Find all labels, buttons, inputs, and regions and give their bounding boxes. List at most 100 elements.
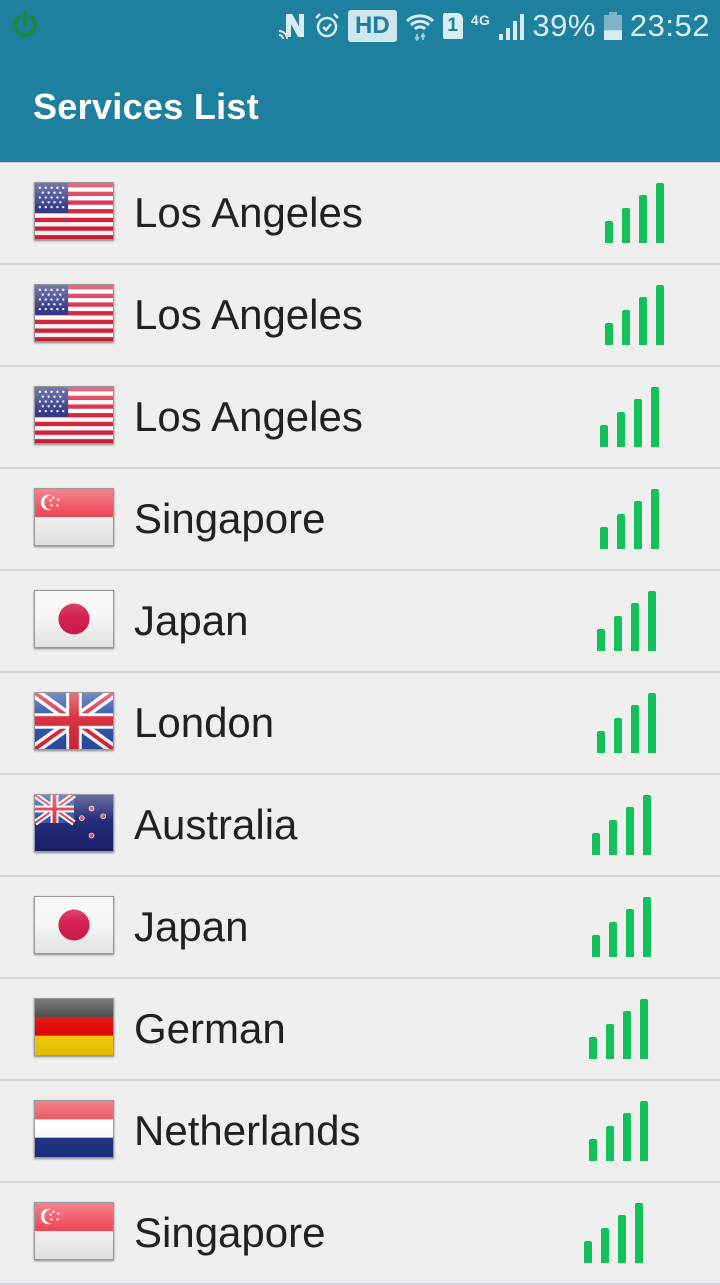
signal-bar: [605, 221, 613, 243]
flag-nl-icon: [34, 1100, 114, 1158]
signal-bar: [634, 399, 642, 447]
signal-strength-icon: [597, 693, 659, 753]
signal-bar: [648, 693, 656, 753]
signal-bar: [606, 1126, 614, 1161]
signal-bar: [597, 629, 605, 651]
server-list-item[interactable]: Netherlands: [0, 1081, 720, 1183]
server-name: Japan: [134, 903, 249, 950]
server-list-item[interactable]: Los Angeles: [0, 265, 720, 367]
clock: 23:52: [629, 8, 710, 43]
signal-bar: [605, 323, 613, 345]
alarm-icon: [315, 13, 339, 38]
signal-bar: [639, 297, 647, 345]
signal-bar: [640, 999, 648, 1059]
server-list-item[interactable]: London: [0, 673, 720, 775]
signal-bar: [609, 922, 617, 957]
signal-strength-icon: [597, 591, 659, 651]
signal-bar: [584, 1241, 592, 1263]
signal-bar: [617, 412, 625, 447]
server-list-item[interactable]: Japan: [0, 877, 720, 979]
server-list-item[interactable]: Singapore: [0, 1183, 720, 1285]
page-title: Services List: [33, 86, 260, 127]
signal-strength-icon: [605, 183, 667, 243]
flag-jp-icon: [34, 896, 114, 954]
flag-gb-icon: [34, 692, 114, 750]
signal-bar: [622, 208, 630, 243]
flag-au-icon: [34, 794, 114, 852]
signal-bar: [589, 1037, 597, 1059]
signal-bar: [606, 1024, 614, 1059]
signal-bar: [643, 795, 651, 855]
signal-bar: [589, 1139, 597, 1161]
signal-bar: [639, 195, 647, 243]
signal-strength-icon: [592, 795, 654, 855]
server-list-item[interactable]: Singapore: [0, 469, 720, 571]
signal-bar: [626, 909, 634, 957]
signal-bar: [609, 820, 617, 855]
status-bar: HD 1 4G 39% 23:52: [0, 0, 720, 52]
flag-jp-icon: [34, 590, 114, 648]
app-bar: Services List: [0, 52, 720, 162]
hd-voice-icon: HD: [348, 10, 397, 42]
signal-bar: [623, 1011, 631, 1059]
signal-strength-icon: [600, 489, 662, 549]
status-icons: HD 1 4G 39% 23:52: [278, 0, 710, 52]
cell-signal-icon: [499, 14, 525, 40]
signal-bar: [631, 705, 639, 753]
flag-sg-icon: [34, 488, 114, 546]
signal-bar: [618, 1215, 626, 1263]
signal-strength-icon: [589, 999, 651, 1059]
signal-bar: [614, 616, 622, 651]
server-name: Los Angeles: [134, 189, 363, 236]
signal-bar: [631, 603, 639, 651]
server-name: German: [134, 1005, 286, 1052]
server-list-item[interactable]: Japan: [0, 571, 720, 673]
signal-bar: [640, 1101, 648, 1161]
signal-bar: [635, 1203, 643, 1263]
signal-strength-icon: [589, 1101, 651, 1161]
signal-bar: [592, 833, 600, 855]
server-list[interactable]: Los Angeles Los Angeles Los Angeles Singapo…: [0, 163, 720, 1285]
signal-strength-icon: [605, 285, 667, 345]
signal-bar: [626, 807, 634, 855]
signal-bar: [623, 1113, 631, 1161]
signal-bar: [656, 285, 664, 345]
server-list-item[interactable]: Los Angeles: [0, 367, 720, 469]
signal-strength-icon: [600, 387, 662, 447]
signal-bar: [643, 897, 651, 957]
4g-icon: 4G: [470, 12, 491, 28]
battery-icon: [603, 12, 622, 40]
signal-bar: [600, 527, 608, 549]
signal-strength-icon: [584, 1203, 646, 1263]
nfc-n-icon: [278, 14, 305, 40]
server-list-item[interactable]: Australia: [0, 775, 720, 877]
server-name: London: [134, 699, 275, 746]
sim-1-icon: 1: [442, 13, 463, 39]
server-list-item[interactable]: German: [0, 979, 720, 1081]
signal-bar: [614, 718, 622, 753]
signal-bar: [651, 489, 659, 549]
signal-bar: [592, 935, 600, 957]
flag-us-icon: [34, 182, 114, 240]
signal-bar: [597, 731, 605, 753]
server-name: Los Angeles: [134, 393, 363, 440]
signal-strength-icon: [592, 897, 654, 957]
server-name: Singapore: [134, 495, 326, 542]
signal-bar: [617, 514, 625, 549]
flag-us-icon: [34, 284, 114, 342]
signal-bar: [634, 501, 642, 549]
power-icon: [13, 11, 37, 37]
wifi-icon: [405, 14, 434, 41]
battery-percent: 39%: [532, 8, 596, 43]
flag-us-icon: [34, 386, 114, 444]
server-name: Netherlands: [134, 1107, 361, 1154]
signal-bar: [651, 387, 659, 447]
signal-bar: [601, 1228, 609, 1263]
flag-de-icon: [34, 998, 114, 1056]
server-list-item[interactable]: Los Angeles: [0, 163, 720, 265]
signal-bar: [600, 425, 608, 447]
signal-bar: [656, 183, 664, 243]
server-name: Los Angeles: [134, 291, 363, 338]
signal-bar: [622, 310, 630, 345]
server-name: Japan: [134, 597, 249, 644]
